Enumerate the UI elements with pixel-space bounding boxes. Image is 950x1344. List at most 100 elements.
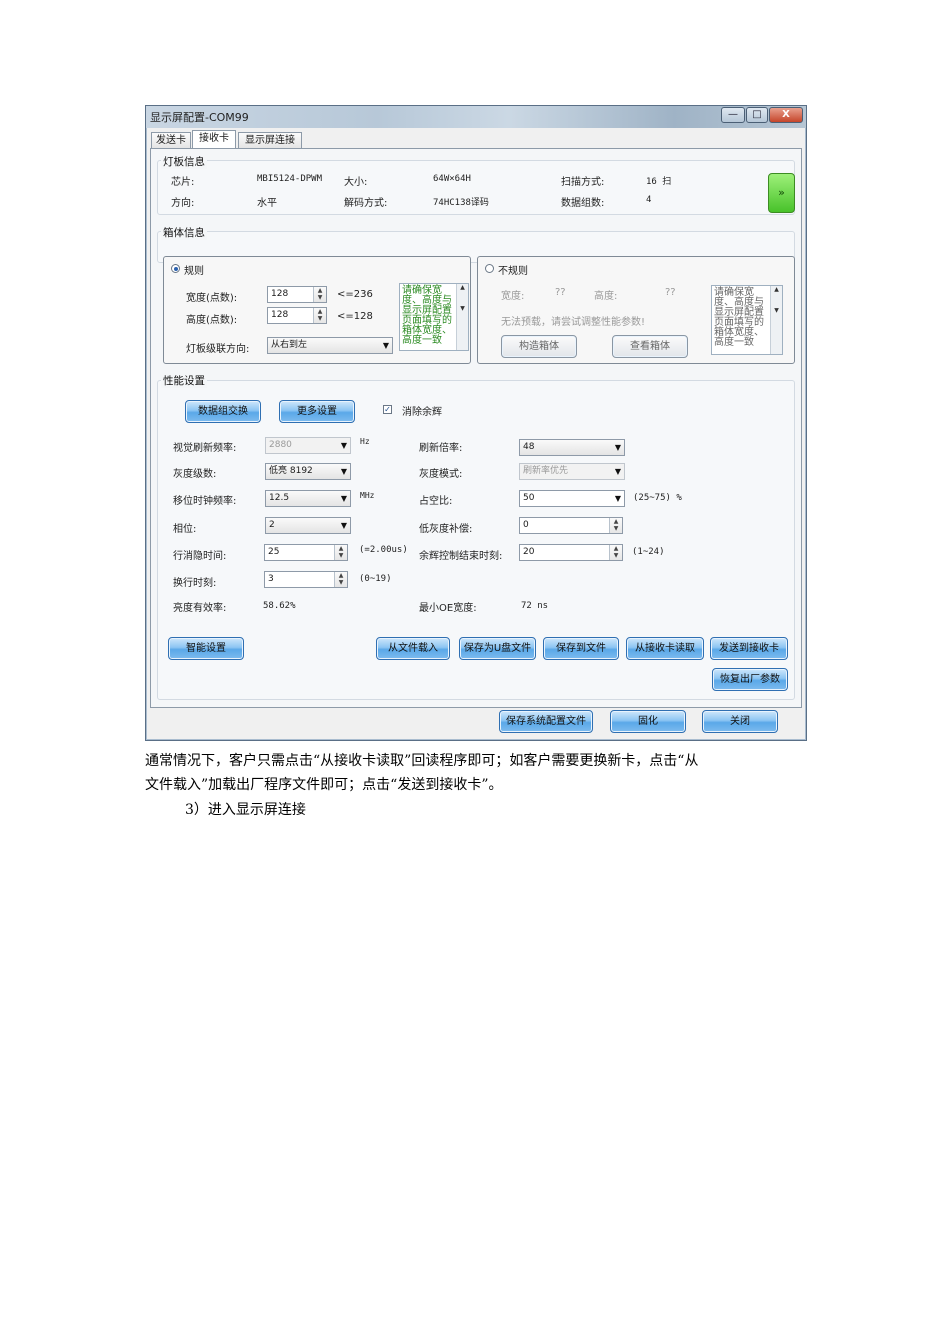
chevron-down-icon: ▼ [382,341,389,350]
restore-factory-button[interactable]: 恢复出厂参数 [712,668,788,691]
phase-select[interactable]: 2 ▼ [265,517,351,534]
construct-cabinet-button[interactable]: 构造箱体 [501,335,577,358]
irr-height-label: 高度: [594,291,618,302]
cascade-select[interactable]: 从右到左 ▼ [267,337,393,354]
height-hint: <=128 [337,311,373,322]
decode-value: 74HC138译码 [433,198,489,208]
irregular-note-box[interactable]: 请确保宽度、高度与显示屏配置页面填写的箱体宽度、高度一致 ▲ ▼ [711,285,783,355]
minimize-button[interactable]: — [721,107,745,123]
config-window: 显示屏配置-COM99 — □ X 发送卡 接收卡 显示屏连接 灯板信息 芯片:… [145,105,807,741]
performance-label: 性能设置 [161,373,207,388]
irregular-radio[interactable] [485,264,494,273]
blanking-label: 行消隐时间: [173,551,227,562]
shift-clock-select[interactable]: 12.5 ▼ [265,490,351,507]
cascade-value: 从右到左 [271,340,308,350]
chevron-down-icon: ▼ [614,443,621,452]
low-gray-spinner-icon[interactable]: ▲ ▼ [609,518,622,533]
send-receiver-button[interactable]: 发送到接收卡 [710,637,788,660]
close-window-button[interactable]: X [769,107,803,123]
close-button[interactable]: 关闭 [702,710,778,733]
chevron-down-icon: ▼ [340,521,347,530]
data-swap-button[interactable]: 数据组交换 [185,400,261,423]
height-input[interactable]: 128 ▲ ▼ [267,307,327,324]
gray-mode-value: 刷新率优先 [523,466,569,476]
width-input[interactable]: 128 ▲ ▼ [267,286,327,303]
expand-button[interactable]: » [768,173,795,213]
tab-sender-card[interactable]: 发送卡 [151,132,191,149]
remove-ghost-checkbox[interactable]: ✓ [383,405,392,414]
ghost-end-label: 余辉控制结束时刻: [419,551,503,562]
view-cabinet-button[interactable]: 查看箱体 [612,335,688,358]
shift-clock-unit: MHz [360,491,375,500]
line-change-input[interactable]: 3 ▲ ▼ [264,571,348,588]
visual-refresh-value: 2880 [269,440,292,450]
blanking-input[interactable]: 25 ▲ ▼ [264,544,348,561]
duty-label: 占空比: [419,496,453,507]
size-label: 大小: [344,177,368,188]
line-change-value: 3 [268,574,274,584]
irr-width-value: ?? [555,287,566,298]
refresh-mult-label: 刷新倍率: [419,443,463,454]
regular-note-box[interactable]: 请确保宽度、高度与显示屏配置页面填写的箱体宽度、高度一致 ▲ ▼ [399,283,469,351]
decode-label: 解码方式: [344,198,388,209]
scrollbar-icon[interactable]: ▲ ▼ [456,284,468,350]
duty-hint: (25~75) % [633,493,682,503]
gray-level-select[interactable]: 低亮 8192 ▼ [265,463,351,480]
height-label: 高度(点数): [186,315,238,326]
width-value: 128 [271,289,289,299]
save-udisk-button[interactable]: 保存为U盘文件 [459,637,536,660]
tab-screen-connection[interactable]: 显示屏连接 [238,132,302,149]
low-gray-label: 低灰度补偿: [419,524,473,535]
direction-value: 水平 [257,198,277,209]
ghost-end-input[interactable]: 20 ▲ ▼ [519,544,623,561]
save-file-button[interactable]: 保存到文件 [543,637,619,660]
solidify-button[interactable]: 固化 [610,710,686,733]
irr-width-label: 宽度: [501,291,525,302]
irregular-note: 请确保宽度、高度与显示屏配置页面填写的箱体宽度、高度一致 [714,287,764,348]
height-spinner-icon[interactable]: ▲ ▼ [313,308,326,323]
gray-mode-select[interactable]: 刷新率优先 ▼ [519,463,625,480]
cabinet-info-label: 箱体信息 [161,225,207,240]
chip-value: MBI5124-DPWM [257,174,323,184]
irregular-label: 不规则 [498,266,528,277]
direction-label: 方向: [171,198,195,209]
low-gray-input[interactable]: 0 ▲ ▼ [519,517,623,534]
load-file-button[interactable]: 从文件载入 [376,637,450,660]
read-receiver-button[interactable]: 从接收卡读取 [626,637,704,660]
visual-refresh-label: 视觉刷新频率: [173,443,237,454]
regular-radio[interactable] [171,264,180,273]
blanking-value: 25 [268,547,280,557]
min-oe-value: 72 ns [521,601,549,611]
chevron-down-icon: ▼ [340,467,347,476]
ghost-end-spinner-icon[interactable]: ▲ ▼ [609,545,622,560]
regular-note: 请确保宽度、高度与显示屏配置页面填写的箱体宽度、高度一致 [402,285,452,346]
width-spinner-icon[interactable]: ▲ ▼ [313,287,326,302]
duty-select[interactable]: 50 ▼ [519,490,625,507]
receiver-panel: 灯板信息 芯片: MBI5124-DPWM 大小: 64W×64H 扫描方式: … [150,148,802,708]
low-gray-value: 0 [523,520,529,530]
irr-height-value: ?? [665,287,676,298]
width-hint: <=236 [337,289,373,300]
ghost-end-hint: (1~24) [632,547,665,557]
brightness-eff-value: 58.62% [263,601,296,611]
blanking-hint: (=2.00us) [359,545,408,555]
more-settings-button[interactable]: 更多设置 [279,400,355,423]
tab-receiver-card[interactable]: 接收卡 [192,130,236,149]
smart-setup-button[interactable]: 智能设置 [168,637,244,660]
ghost-end-value: 20 [523,547,535,557]
module-info-label: 灯板信息 [161,154,207,169]
size-value: 64W×64H [433,174,471,184]
visual-refresh-select[interactable]: 2880 ▼ [265,437,351,454]
scrollbar-icon[interactable]: ▲ ▼ [770,286,782,354]
save-config-button[interactable]: 保存系统配置文件 [499,710,593,733]
maximize-button[interactable]: □ [746,107,768,123]
regular-label: 规则 [184,266,204,277]
scan-value: 16 扫 [646,177,672,187]
blanking-spinner-icon[interactable]: ▲ ▼ [334,545,347,560]
refresh-mult-select[interactable]: 48 ▼ [519,439,625,456]
doc-line-3: 3）进入显示屏连接 [185,802,306,818]
width-label: 宽度(点数): [186,293,238,304]
remove-ghost-label: 消除余辉 [402,407,442,418]
line-change-spinner-icon[interactable]: ▲ ▼ [334,572,347,587]
line-change-hint: (0~19) [359,574,392,584]
